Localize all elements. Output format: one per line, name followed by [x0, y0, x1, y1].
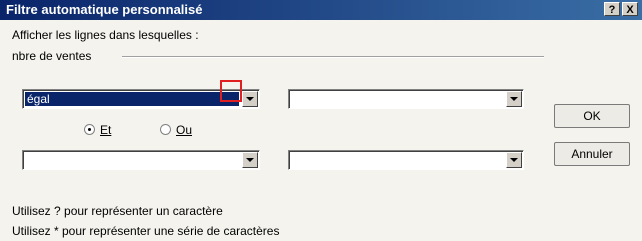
radio-and-label: Et [100, 123, 112, 137]
prompt-label: Afficher les lignes dans lesquelles : [12, 28, 199, 42]
radio-or-indicator[interactable] [160, 124, 171, 135]
close-button[interactable]: X [622, 2, 638, 16]
title-bar: Filtre automatique personnalisé ? X [0, 0, 642, 20]
chevron-down-icon[interactable] [242, 91, 258, 107]
help-button[interactable]: ? [604, 2, 620, 16]
hint-question-mark: Utilisez ? pour représenter un caractère [12, 204, 223, 218]
window-title: Filtre automatique personnalisé [6, 2, 203, 17]
value2-value [291, 153, 295, 167]
operator2-dropdown[interactable] [22, 150, 260, 170]
cancel-button[interactable]: Annuler [554, 142, 630, 166]
value2-dropdown[interactable] [288, 150, 524, 170]
operator1-value: égal [25, 92, 239, 106]
value1-value [291, 92, 295, 106]
ok-button[interactable]: OK [554, 104, 630, 128]
operator1-dropdown[interactable]: égal [22, 89, 260, 109]
group-divider [122, 56, 544, 58]
chevron-down-icon[interactable] [506, 152, 522, 168]
chevron-down-icon[interactable] [242, 152, 258, 168]
radio-and-indicator[interactable] [84, 124, 95, 135]
value1-dropdown[interactable] [288, 89, 524, 109]
hint-asterisk: Utilisez * pour représenter une série de… [12, 224, 280, 238]
radio-or-label: Ou [176, 123, 193, 137]
operator2-value [25, 153, 29, 167]
group-label: nbre de ventes [12, 49, 96, 63]
chevron-down-icon[interactable] [506, 91, 522, 107]
